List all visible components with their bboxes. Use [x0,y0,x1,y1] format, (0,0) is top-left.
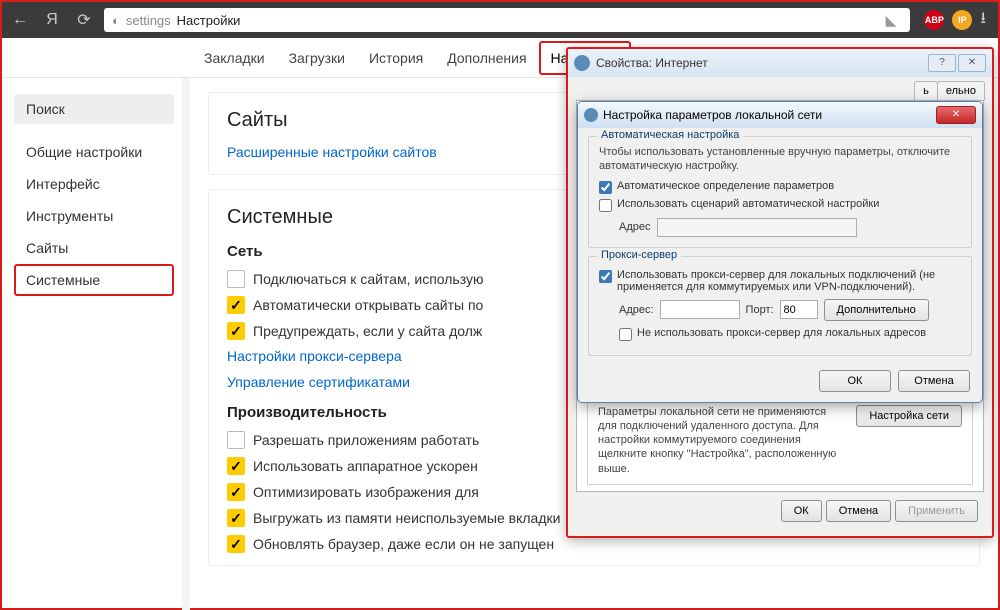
lan-settings-text: Параметры локальной сети не применяются … [598,405,846,476]
proxy-port-input[interactable] [780,300,818,319]
proxy-port-label: Порт: [746,304,774,316]
checkbox-label: Использовать прокси-сервер для локальных… [617,269,961,293]
checkbox-label: Выгружать из памяти неиспользуемые вклад… [253,510,560,526]
dialog-titlebar[interactable]: Свойства: Интернет ? ✕ [568,49,992,77]
lan-settings-button[interactable]: Настройка сети [856,405,962,427]
tab-extensions[interactable]: Дополнения [435,41,538,75]
dialog-tab[interactable]: ельно [937,81,985,100]
url-prefix: settings [126,13,171,28]
use-script-checkbox[interactable] [599,199,612,212]
bookmark-icon[interactable]: ◣ [886,12,903,29]
dialog-tab[interactable]: ь [914,81,938,100]
lan-settings-group: Настройка параметров локальной сети Пара… [587,392,973,485]
auto-config-note: Чтобы использовать установленные вручную… [599,145,961,174]
sidebar-item-interface[interactable]: Интерфейс [14,168,182,200]
checkbox[interactable] [227,483,245,501]
checkbox[interactable] [227,270,245,288]
yandex-button[interactable]: Я [40,11,64,29]
proxy-address-input[interactable] [660,300,740,319]
ok-button[interactable]: ОК [819,370,891,392]
address-bar[interactable]: ◐ settings Настройки ◣ [104,8,910,32]
back-button[interactable]: ← [8,11,32,29]
url-title: Настройки [177,13,241,28]
lan-dialog-title-text: Настройка параметров локальной сети [603,108,822,122]
ip-badge-icon[interactable]: IP [952,10,972,30]
sidebar-item-system[interactable]: Системные [14,264,174,296]
group-legend: Автоматическая настройка [597,129,743,141]
checkbox[interactable] [227,457,245,475]
checkbox-label: Не использовать прокси-сервер для локаль… [637,327,926,339]
checkbox-label: Использовать сценарий автоматической нас… [617,198,879,210]
cancel-button[interactable]: Отмена [898,370,970,392]
checkbox-label: Оптимизировать изображения для [253,484,479,500]
address-label: Адрес [619,221,651,233]
connections-tab-pane: Настройка параметров локальной сети ✕ Ав… [576,100,984,492]
close-button[interactable]: ✕ [936,106,976,124]
bypass-local-checkbox[interactable] [619,328,632,341]
globe-icon [574,55,590,71]
browser-toolbar: ← Я ⟳ ◐ settings Настройки ◣ ABP IP ⭳ [2,2,998,38]
dialog-title-text: Свойства: Интернет [596,56,708,70]
checkbox[interactable] [227,535,245,553]
help-button[interactable]: ? [928,54,956,72]
tab-bookmarks[interactable]: Закладки [192,41,277,75]
checkbox-label: Предупреждать, если у сайта долж [253,323,482,339]
proxy-server-group: Прокси-сервер Использовать прокси-сервер… [588,256,972,356]
sidebar-item-general[interactable]: Общие настройки [14,136,182,168]
sidebar-item-tools[interactable]: Инструменты [14,200,182,232]
tab-downloads[interactable]: Загрузки [277,41,357,75]
script-address-input [657,218,857,237]
cancel-button[interactable]: Отмена [826,500,891,522]
checkbox-label: Автоматическое определение параметров [617,180,834,192]
group-legend: Прокси-сервер [597,249,681,261]
globe-icon [584,108,598,122]
auto-config-group: Автоматическая настройка Чтобы использов… [588,136,972,248]
abp-badge-icon[interactable]: ABP [924,10,944,30]
download-icon[interactable]: ⭳ [980,7,986,34]
advanced-button[interactable]: Дополнительно [824,299,929,321]
proxy-address-label: Адрес: [619,304,654,316]
tab-history[interactable]: История [357,41,435,75]
close-button[interactable]: ✕ [958,54,986,72]
apply-button[interactable]: Применить [895,500,978,522]
checkbox[interactable] [227,296,245,314]
auto-detect-checkbox[interactable] [599,181,612,194]
lan-dialog-titlebar[interactable]: Настройка параметров локальной сети ✕ [578,102,982,128]
ok-button[interactable]: ОК [781,500,822,522]
checkbox[interactable] [227,431,245,449]
omnibox-icon: ◐ [112,13,120,28]
lan-settings-dialog: Настройка параметров локальной сети ✕ Ав… [577,101,983,403]
settings-sidebar: Поиск Общие настройки Интерфейс Инструме… [2,78,182,610]
internet-properties-dialog: Свойства: Интернет ? ✕ ь ельно Настройка… [566,47,994,538]
reload-button[interactable]: ⟳ [72,10,96,30]
checkbox-label: Использовать аппаратное ускорен [253,458,478,474]
sidebar-search[interactable]: Поиск [14,94,174,124]
checkbox-label: Автоматически открывать сайты по [253,297,483,313]
sidebar-item-sites[interactable]: Сайты [14,232,182,264]
checkbox[interactable] [227,322,245,340]
checkbox-label: Обновлять браузер, даже если он не запущ… [253,536,554,552]
use-proxy-checkbox[interactable] [599,270,612,283]
checkbox-label: Подключаться к сайтам, использую [253,271,483,287]
checkbox-label: Разрешать приложениям работать [253,432,479,448]
checkbox[interactable] [227,509,245,527]
